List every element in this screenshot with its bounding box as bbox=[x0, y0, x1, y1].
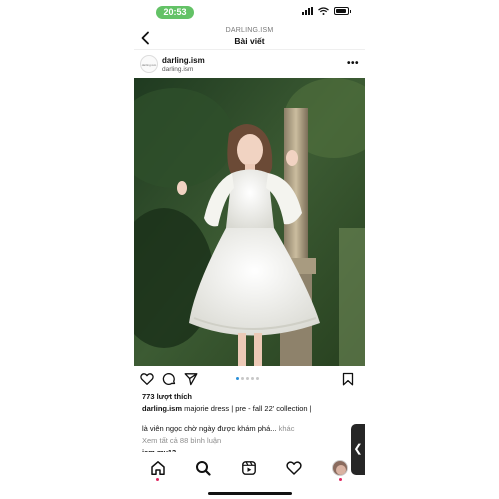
bookmark-icon[interactable] bbox=[341, 372, 355, 386]
post-username[interactable]: darling.ism bbox=[162, 56, 205, 65]
post-subtitle: darling.ism bbox=[162, 66, 194, 73]
profile-avatar-face bbox=[336, 465, 346, 475]
wifi-icon bbox=[318, 7, 329, 15]
caption-username[interactable]: darling.ism bbox=[142, 404, 182, 413]
profile-avatar[interactable] bbox=[332, 460, 348, 476]
avatar[interactable]: darling.ism bbox=[140, 55, 158, 73]
notification-dot bbox=[156, 478, 159, 481]
carousel-dot bbox=[236, 377, 239, 380]
caption-text-2: là viên ngọc chờ ngày được khám phá... bbox=[142, 424, 277, 433]
heart-icon[interactable] bbox=[140, 372, 154, 386]
search-icon[interactable] bbox=[195, 460, 211, 476]
caption-text: majorie dress | pre - fall 22' collectio… bbox=[182, 404, 312, 413]
post-header: darling.ism darling.ism darling.ism ••• bbox=[134, 52, 365, 78]
comment-icon[interactable] bbox=[162, 372, 176, 386]
carousel-dot bbox=[256, 377, 259, 380]
page-title: Bài viết bbox=[234, 36, 265, 46]
post-actions bbox=[134, 370, 365, 388]
home-indicator bbox=[208, 492, 292, 495]
share-icon[interactable] bbox=[184, 372, 198, 386]
carousel-indicator bbox=[236, 377, 259, 380]
status-bar: 20:53 bbox=[134, 0, 365, 24]
post-image[interactable] bbox=[134, 78, 365, 366]
bottom-tab-bar bbox=[134, 452, 365, 499]
post-caption: darling.ism majorie dress | pre - fall 2… bbox=[142, 404, 362, 413]
post-photo-art bbox=[134, 78, 365, 366]
phone-screen: 20:53 DARLING.ISM Bài viết darling.ism d… bbox=[134, 0, 365, 499]
notification-dot bbox=[339, 478, 342, 481]
carousel-dot bbox=[251, 377, 254, 380]
home-icon[interactable] bbox=[150, 460, 166, 476]
status-time: 20:53 bbox=[156, 6, 194, 19]
nav-header: DARLING.ISM Bài viết bbox=[134, 24, 365, 50]
heart-icon[interactable] bbox=[286, 460, 302, 476]
carousel-dot bbox=[246, 377, 249, 380]
carousel-dot bbox=[241, 377, 244, 380]
status-icons bbox=[302, 7, 351, 15]
reels-icon[interactable] bbox=[241, 460, 257, 476]
post-caption-line2: là viên ngọc chờ ngày được khám phá... k… bbox=[142, 424, 294, 433]
battery-icon bbox=[334, 7, 351, 15]
side-panel-toggle[interactable]: ❮ bbox=[351, 424, 365, 475]
more-options-button[interactable]: ••• bbox=[347, 58, 359, 69]
nav-account-name: DARLING.ISM bbox=[225, 27, 274, 34]
like-count[interactable]: 773 lượt thích bbox=[142, 392, 192, 401]
view-comments-link[interactable]: Xem tất cả 88 bình luận bbox=[142, 436, 221, 445]
signal-icon bbox=[302, 7, 313, 15]
caption-more-link[interactable]: khác bbox=[277, 424, 295, 433]
